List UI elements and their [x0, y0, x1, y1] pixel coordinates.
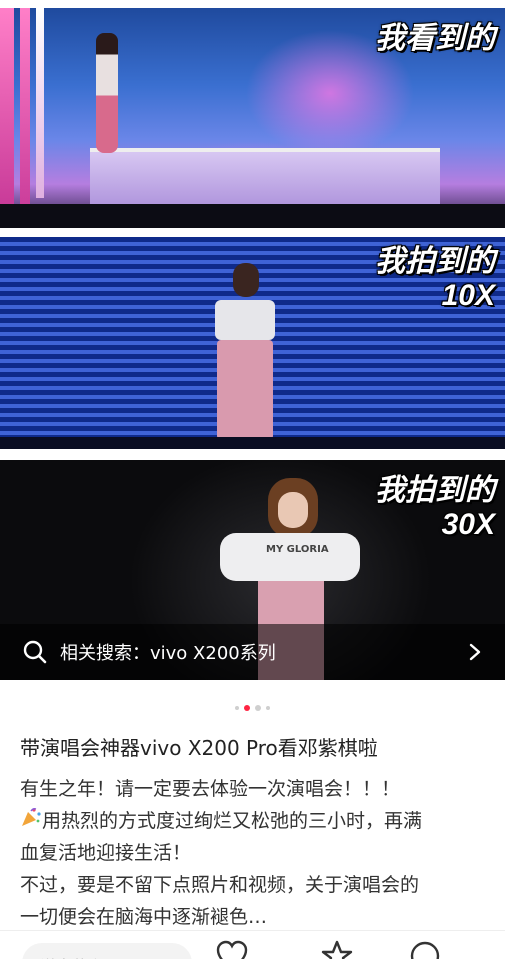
carousel-dot-active	[244, 705, 250, 711]
bottom-action-bar: 说点什么...	[0, 930, 505, 959]
crowd	[0, 204, 505, 228]
performer-face	[278, 492, 308, 528]
party-popper-icon	[22, 808, 41, 826]
photo-caption: 我拍到的 30X	[375, 474, 495, 541]
performer-pants	[217, 340, 273, 440]
performer	[205, 255, 285, 440]
photo-caption: 我拍到的 10X	[375, 245, 495, 312]
post-body-line: 一切便会在脑海中逐渐褪色…	[20, 906, 268, 928]
search-icon	[23, 640, 47, 664]
shirt-text: MY GLORIA	[266, 544, 329, 555]
stage-light-pillar	[0, 8, 14, 208]
star-icon[interactable]	[320, 939, 354, 959]
related-search-label: 相关搜索：vivo X200系列	[60, 643, 276, 664]
post-title: 带演唱会神器vivo X200 Pro看邓紫棋啦	[20, 736, 378, 760]
post-body-line: 有生之年！请一定要去体验一次演唱会！！！	[20, 778, 401, 800]
stage-light-pillar	[20, 8, 30, 218]
stage-light-pillar	[36, 8, 44, 198]
chevron-right-icon	[469, 643, 481, 661]
heart-icon[interactable]	[215, 939, 249, 959]
comment-input[interactable]: 说点什么...	[22, 943, 192, 959]
concert-photo-1[interactable]: 我看到的	[0, 8, 505, 228]
stage-floor	[0, 437, 505, 449]
performer	[96, 33, 118, 153]
concert-photo-2[interactable]: 我拍到的 10X	[0, 237, 505, 449]
post-body-text: 用热烈的方式度过绚烂又松弛的三小时，再满	[42, 810, 423, 832]
photo-caption: 我看到的	[375, 22, 495, 55]
post-body-line: 用热烈的方式度过绚烂又松弛的三小时，再满	[20, 806, 422, 833]
carousel-dot	[255, 705, 261, 711]
performer-top	[215, 300, 275, 340]
post-body-line: 血复活地迎接生活！	[20, 842, 192, 864]
carousel-dot	[266, 706, 270, 710]
carousel-dot	[235, 706, 239, 710]
carousel-indicator	[0, 705, 505, 711]
post-body-line: 不过，要是不留下点照片和视频，关于演唱会的	[20, 874, 420, 896]
related-search-bar[interactable]: 相关搜索：vivo X200系列	[0, 624, 505, 680]
comment-icon[interactable]	[408, 939, 442, 959]
performer-top	[220, 533, 360, 581]
performer-head	[233, 263, 259, 297]
